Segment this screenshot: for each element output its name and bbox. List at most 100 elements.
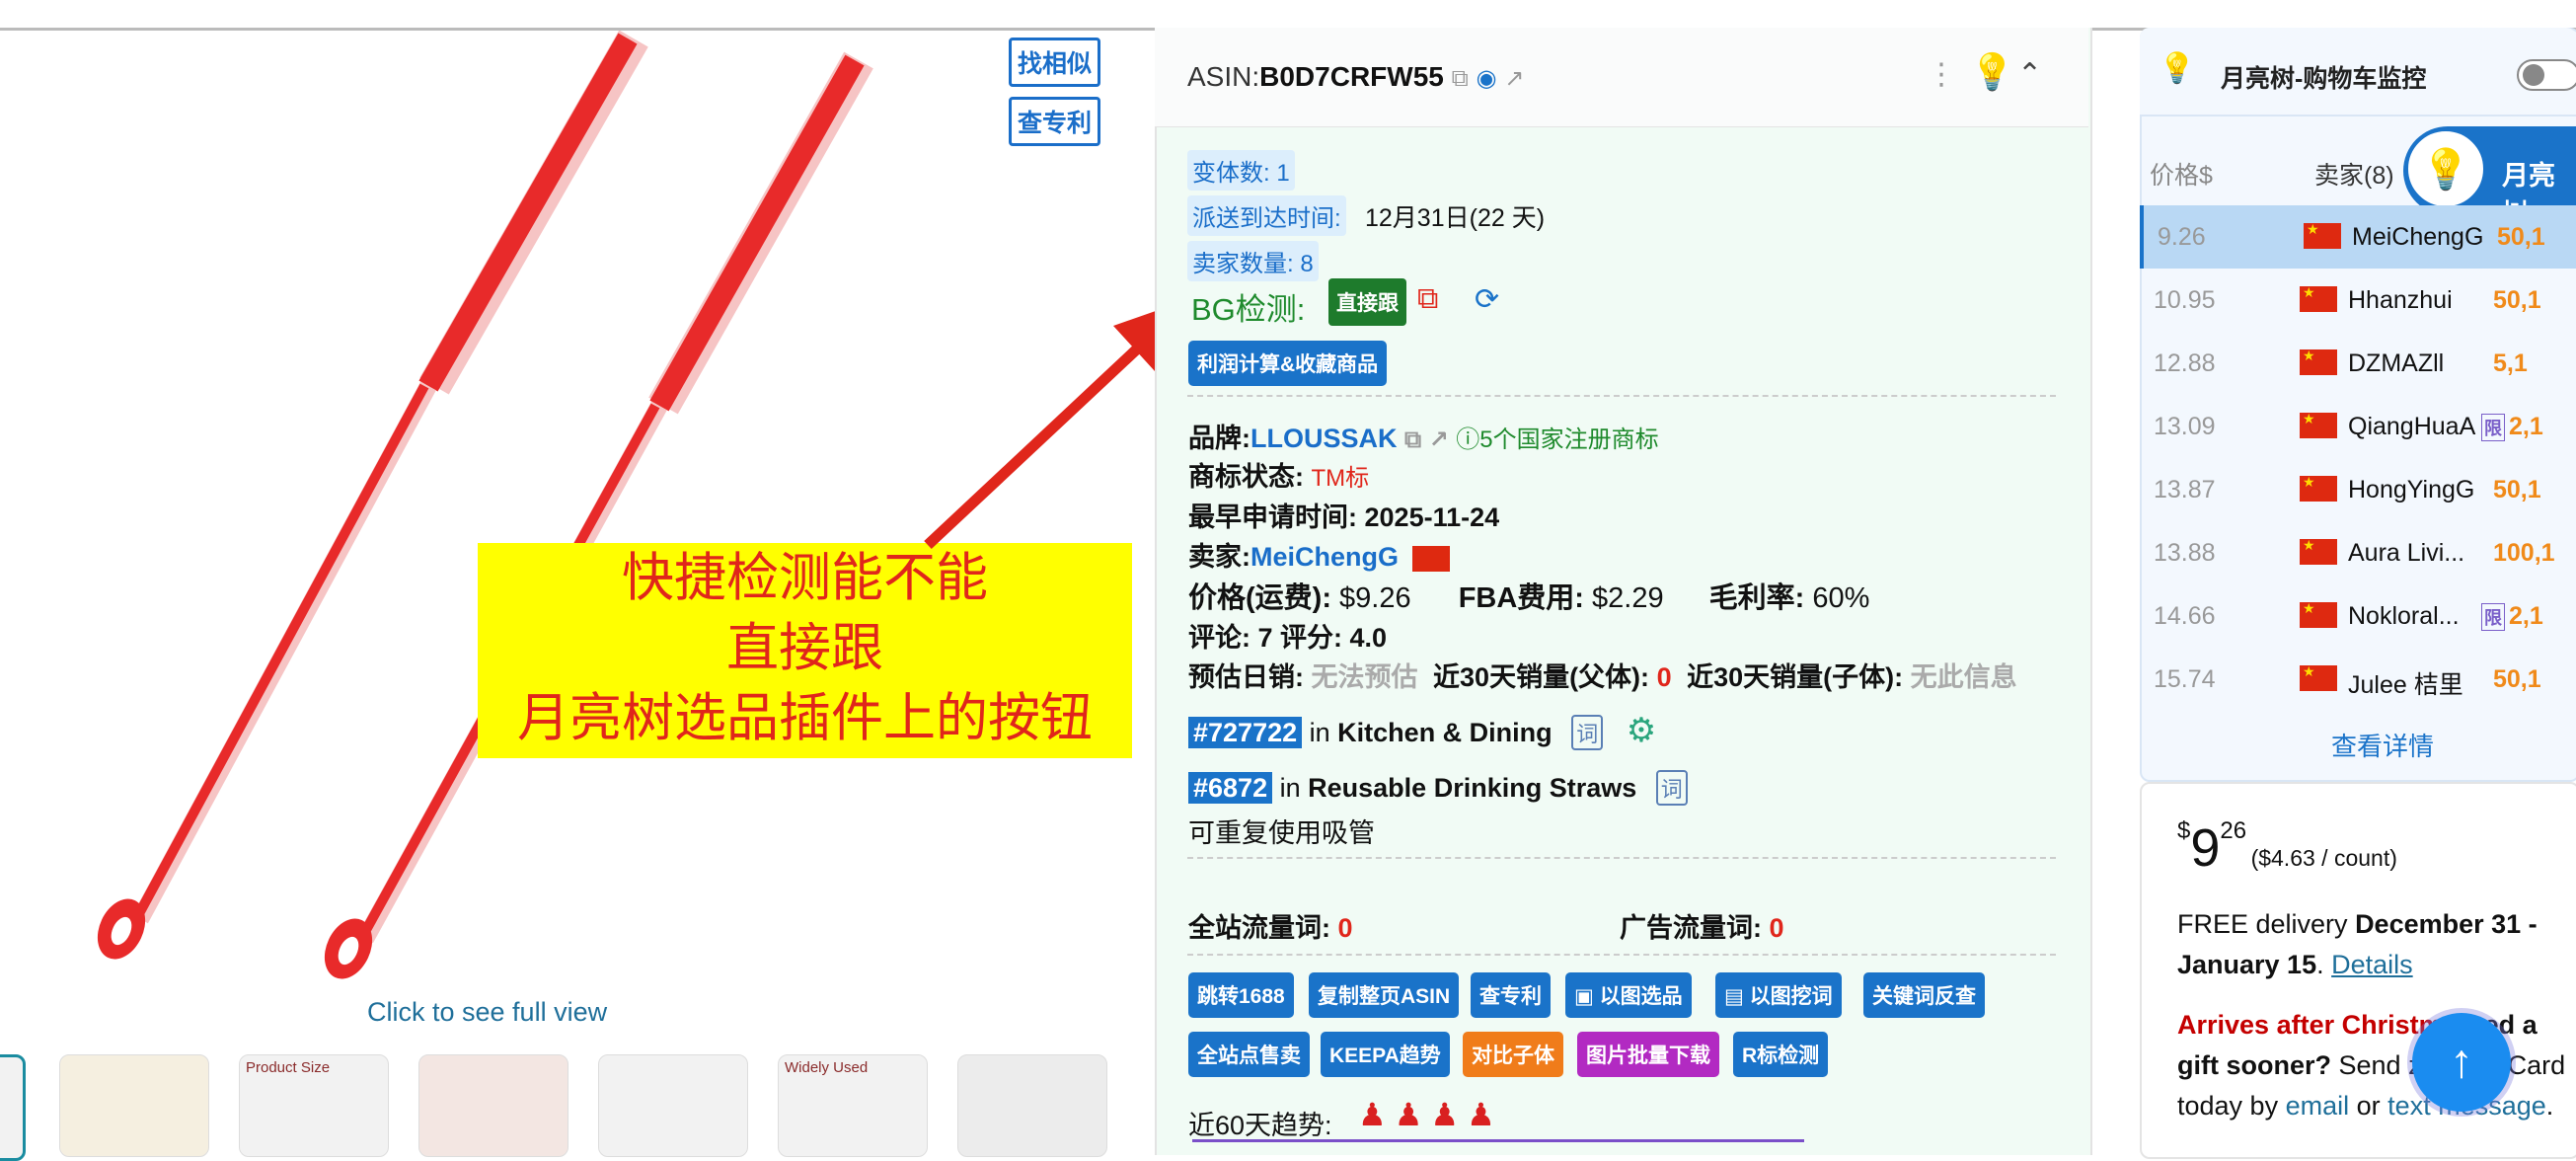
thumbnail[interactable] (957, 1054, 1107, 1157)
profit-calc-button[interactable]: 利润计算&收藏商品 (1188, 341, 1388, 386)
seller-row[interactable]: 13.09 QiangHuaA限2,1 (2140, 395, 2576, 458)
seller-name: Hhanzhui (2348, 286, 2453, 314)
subcategory-cn: 可重复使用吸管 (1188, 818, 1375, 848)
full-view-link[interactable]: Click to see full view (367, 997, 607, 1028)
seller-name: HongYingG (2348, 476, 2475, 503)
asin-value: B0D7CRFW55 (1259, 61, 1444, 92)
link-icon[interactable]: ◉ (1477, 64, 1497, 93)
image-select-button[interactable]: ▣ 以图选品 (1565, 972, 1692, 1018)
earliest-date-row: 最早申请时间: 2025-11-24 (1188, 496, 1499, 534)
annotation-line: 直接跟 (726, 618, 883, 678)
trademark-info[interactable]: ⓘ5个国家注册商标 (1456, 426, 1658, 453)
thumbnail[interactable]: Product Size (239, 1054, 389, 1157)
seller-rating: 5,1 (2493, 349, 2528, 377)
seller-row[interactable]: 15.74 Julee 桔里 50,1 (2140, 648, 2576, 711)
china-flag-icon (2300, 284, 2337, 312)
brand-row: 品牌:LLOUSSAK ⧉ ↗ ⓘ5个国家注册商标 (1188, 417, 1659, 455)
seller-count: 卖家数量: 8 (1187, 241, 1319, 281)
scroll-top-button[interactable]: ↑ (2412, 1013, 2511, 1112)
jump-1688-button[interactable]: 跳转1688 (1188, 972, 1294, 1018)
product-image-straws[interactable] (59, 31, 947, 998)
china-flag-icon (2300, 600, 2337, 628)
seller-name: Nokloral... (2348, 602, 2460, 630)
bulb-icon[interactable]: 💡 (1970, 51, 2014, 93)
china-flag-icon (2300, 348, 2337, 375)
bulb-icon: 💡 (2159, 52, 2196, 85)
view-details-link[interactable]: 查看详情 (2331, 727, 2434, 763)
rank-in: in (1279, 773, 1301, 803)
seller-row[interactable]: 10.95 Hhanzhui 50,1 (2140, 269, 2576, 332)
earliest-label: 最早申请时间: (1188, 503, 1357, 532)
bg-check-label: BG检测: (1191, 292, 1306, 327)
price-whole: 9 (2190, 818, 2221, 878)
all-sites-button[interactable]: 全站点售卖 (1188, 1032, 1310, 1077)
trademark-count: 5个国家注册商标 (1479, 426, 1659, 453)
seller-row[interactable]: 13.88 Aura Livi... 100,1 (2140, 521, 2576, 584)
gift-text: Send (2338, 1050, 2401, 1080)
monitor-toggle[interactable] (2517, 59, 2576, 91)
tool-wrench-icon[interactable]: ⚙ (1627, 712, 1656, 749)
keepa-trend-button[interactable]: KEEPA趋势 (1321, 1032, 1450, 1077)
keyword-icon[interactable]: 词 (1655, 770, 1688, 806)
delivery-details-link[interactable]: Details (2331, 950, 2413, 979)
copy-icon[interactable]: ⧉ (1452, 65, 1469, 93)
keyword-icon[interactable]: 词 (1571, 715, 1604, 750)
image-keyword-label: 以图挖词 (1749, 985, 1833, 1008)
seller-rating: 限 2,1 (2481, 413, 2543, 441)
seller-rating: 100,1 (2493, 539, 2555, 567)
patent-button[interactable]: 查专利 (1471, 972, 1551, 1018)
r-mark-check-button[interactable]: R标检测 (1733, 1032, 1829, 1077)
annotation-line: 月亮树选品插件上的按钮 (517, 688, 1093, 748)
copy-asin-button[interactable]: 复制整页ASIN (1309, 972, 1460, 1018)
check-patent-button[interactable]: 查专利 (1009, 97, 1101, 146)
thumbnail[interactable] (598, 1054, 748, 1157)
external-link-icon[interactable]: ↗ (1504, 64, 1524, 93)
open-external-icon[interactable]: ⧉ (1417, 282, 1438, 316)
refresh-icon[interactable]: ⟳ (1475, 282, 1499, 317)
thumbnail-strip: Product Size Widely Used (0, 1054, 1125, 1161)
asin-label: ASIN: (1187, 61, 1260, 92)
seller-row[interactable]: 13.87 HongYingG 50,1 (2140, 458, 2576, 521)
direct-follow-badge[interactable]: 直接跟 (1328, 278, 1406, 326)
seller-label: 卖家: (1188, 542, 1250, 572)
find-similar-button[interactable]: 找相似 (1009, 38, 1101, 87)
rank-number[interactable]: #6872 (1188, 772, 1273, 804)
thumbnail[interactable] (59, 1054, 209, 1157)
rank-number[interactable]: #727722 (1188, 717, 1303, 748)
china-flag-icon (2304, 221, 2341, 249)
seller-row[interactable]: 12.88 DZMAZll 5,1 (2140, 332, 2576, 395)
seller-rating-value: 2,1 (2509, 413, 2543, 440)
reverse-keyword-button[interactable]: 关键词反查 (1863, 972, 1985, 1018)
tm-status-row: 商标状态: TM标 (1188, 455, 1369, 494)
col-price: 价格$ (2150, 162, 2213, 190)
batch-download-button[interactable]: 图片批量下载 (1577, 1032, 1719, 1077)
seller-row[interactable]: 9.26 MeiChengG 50,1 (2140, 205, 2576, 269)
price-symbol: $ (2177, 817, 2191, 844)
email-link[interactable]: email (2286, 1091, 2350, 1121)
collapse-chevron-icon[interactable]: ⌃ (2017, 57, 2042, 92)
brand-link[interactable]: LLOUSSAK (1250, 424, 1398, 453)
thumbnail[interactable] (0, 1054, 26, 1161)
image-keyword-button[interactable]: ▤ 以图挖词 (1715, 972, 1842, 1018)
thumbnail[interactable]: Widely Used (778, 1054, 928, 1157)
seller-row[interactable]: 14.66 Nokloral... 限2,1 (2140, 584, 2576, 648)
more-menu-icon[interactable]: ⋮ (1927, 57, 1956, 92)
rank-row-2: #6872 in Reusable Drinking Straws 词 (1188, 770, 1688, 806)
margin-label: 毛利率: (1708, 582, 1805, 614)
seller-name: DZMAZll (2348, 349, 2445, 377)
compare-child-button[interactable]: 对比子体 (1463, 1032, 1563, 1077)
external-link-icon[interactable]: ↗ (1429, 426, 1449, 454)
sales-child-value: 无此信息 (1910, 662, 2017, 692)
sales-parent-label: 近30天销量(父体): (1433, 662, 1650, 692)
price-value: $9.26 (1339, 582, 1411, 614)
traffic-value: 0 (1337, 913, 1353, 943)
seller-price: 13.87 (2154, 476, 2216, 503)
divider (1187, 395, 2056, 397)
thumbnail[interactable] (418, 1054, 568, 1157)
seller-link[interactable]: MeiChengG (1250, 542, 1399, 572)
moontree-badge[interactable]: 💡 月亮树 (2403, 126, 2576, 229)
tm-status-value: TM标 (1311, 465, 1370, 492)
copy-icon[interactable]: ⧉ (1404, 426, 1421, 454)
seller-name: Julee 桔里 (2348, 671, 2463, 699)
seller-rating: 50,1 (2493, 286, 2541, 314)
